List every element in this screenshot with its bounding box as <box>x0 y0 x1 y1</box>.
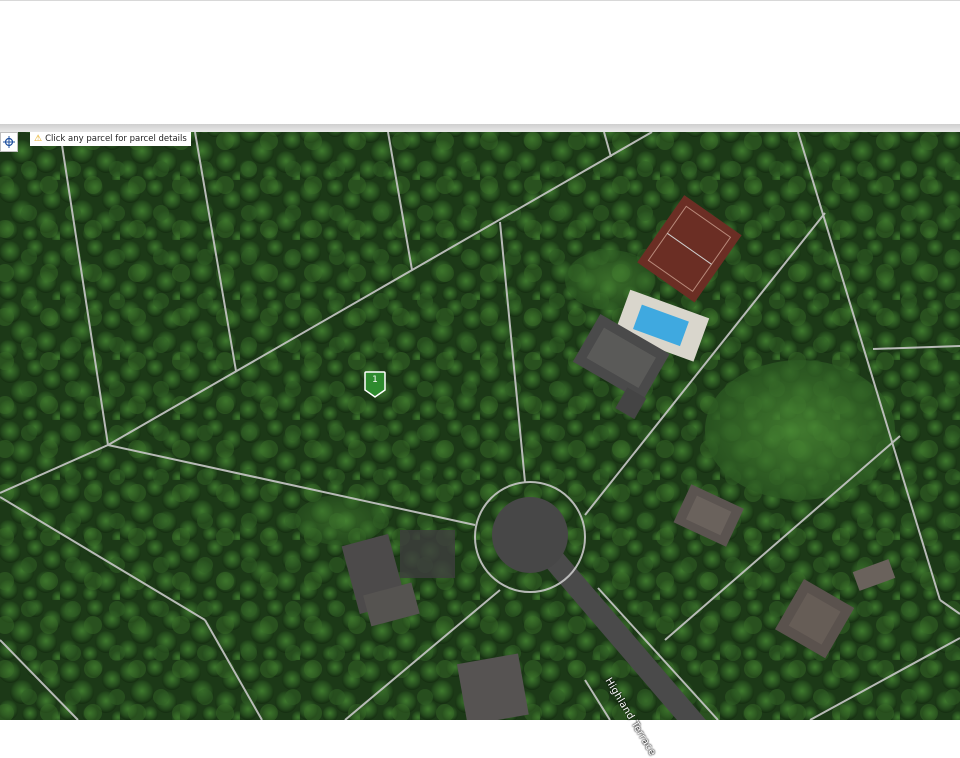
warning-icon: ⚠ <box>34 133 43 144</box>
parcel-hint-banner: ⚠ Click any parcel for parcel details <box>30 132 191 146</box>
parcel-hint-text: Click any parcel for parcel details <box>45 134 187 144</box>
panel-divider <box>0 124 960 132</box>
crosshair-icon <box>3 136 15 148</box>
top-blank-panel <box>0 0 960 125</box>
parcel-marker-label: 1 <box>372 375 378 385</box>
locate-button[interactable] <box>0 132 18 152</box>
house-south <box>456 653 529 720</box>
aerial-map[interactable] <box>0 132 960 720</box>
parcel-marker[interactable]: 1 <box>364 371 386 398</box>
